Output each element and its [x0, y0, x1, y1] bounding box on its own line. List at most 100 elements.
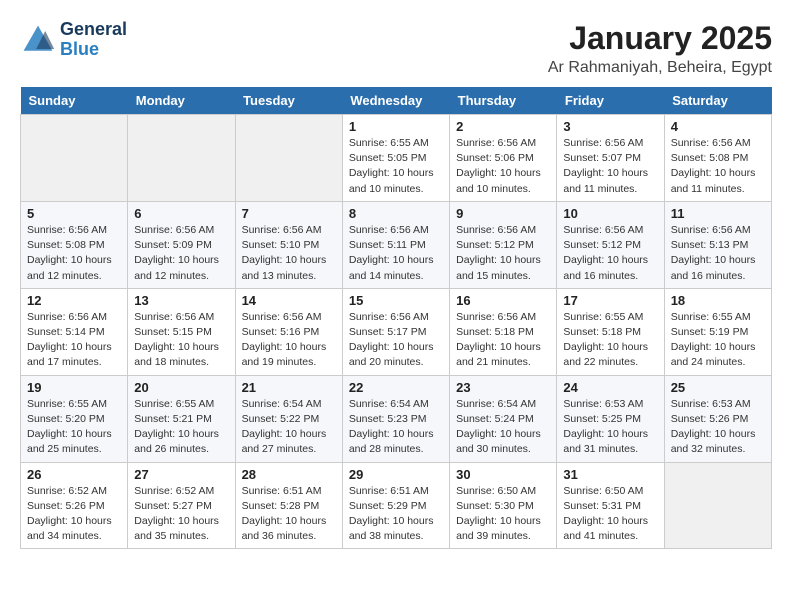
header-friday: Friday	[557, 87, 664, 115]
day-info: Sunrise: 6:53 AM Sunset: 5:25 PM Dayligh…	[563, 397, 657, 458]
calendar-cell: 8 Sunrise: 6:56 AM Sunset: 5:11 PM Daylig…	[342, 201, 449, 288]
day-info: Sunrise: 6:56 AM Sunset: 5:10 PM Dayligh…	[242, 223, 336, 284]
day-number: 30	[456, 467, 550, 482]
calendar-cell	[21, 115, 128, 202]
header-monday: Monday	[128, 87, 235, 115]
day-number: 5	[27, 206, 121, 221]
day-number: 8	[349, 206, 443, 221]
day-number: 13	[134, 293, 228, 308]
day-info: Sunrise: 6:53 AM Sunset: 5:26 PM Dayligh…	[671, 397, 765, 458]
day-number: 31	[563, 467, 657, 482]
day-number: 16	[456, 293, 550, 308]
month-title: January 2025	[548, 20, 772, 57]
calendar-cell: 11 Sunrise: 6:56 AM Sunset: 5:13 PM Dayli…	[664, 201, 771, 288]
day-number: 22	[349, 380, 443, 395]
day-number: 10	[563, 206, 657, 221]
calendar-cell: 31Sunrise: 6:50 AM Sunset: 5:31 PM Dayli…	[557, 462, 664, 549]
day-info: Sunrise: 6:56 AM Sunset: 5:12 PM Dayligh…	[456, 223, 550, 284]
day-number: 3	[563, 119, 657, 134]
day-number: 27	[134, 467, 228, 482]
day-info: Sunrise: 6:56 AM Sunset: 5:08 PM Dayligh…	[27, 223, 121, 284]
calendar-cell: 26 Sunrise: 6:52 AM Sunset: 5:26 PM Dayli…	[21, 462, 128, 549]
logo-text: General Blue	[60, 20, 127, 60]
header-sunday: Sunday	[21, 87, 128, 115]
calendar-cell: 10 Sunrise: 6:56 AM Sunset: 5:12 PM Dayli…	[557, 201, 664, 288]
calendar-cell: 6 Sunrise: 6:56 AM Sunset: 5:09 PM Daylig…	[128, 201, 235, 288]
day-info: Sunrise: 6:55 AM Sunset: 5:19 PM Dayligh…	[671, 310, 765, 371]
calendar-cell: 7 Sunrise: 6:56 AM Sunset: 5:10 PM Daylig…	[235, 201, 342, 288]
day-number: 28	[242, 467, 336, 482]
day-info: Sunrise: 6:56 AM Sunset: 5:06 PM Dayligh…	[456, 136, 550, 197]
day-number: 2	[456, 119, 550, 134]
calendar-cell: 1Sunrise: 6:55 AM Sunset: 5:05 PM Daylig…	[342, 115, 449, 202]
day-number: 11	[671, 206, 765, 221]
day-number: 15	[349, 293, 443, 308]
day-number: 9	[456, 206, 550, 221]
day-info: Sunrise: 6:51 AM Sunset: 5:28 PM Dayligh…	[242, 484, 336, 545]
calendar-cell: 24 Sunrise: 6:53 AM Sunset: 5:25 PM Dayli…	[557, 375, 664, 462]
day-info: Sunrise: 6:56 AM Sunset: 5:11 PM Dayligh…	[349, 223, 443, 284]
calendar-cell: 9 Sunrise: 6:56 AM Sunset: 5:12 PM Daylig…	[450, 201, 557, 288]
day-number: 26	[27, 467, 121, 482]
day-info: Sunrise: 6:52 AM Sunset: 5:26 PM Dayligh…	[27, 484, 121, 545]
day-number: 24	[563, 380, 657, 395]
calendar-cell: 15 Sunrise: 6:56 AM Sunset: 5:17 PM Dayli…	[342, 288, 449, 375]
day-info: Sunrise: 6:56 AM Sunset: 5:17 PM Dayligh…	[349, 310, 443, 371]
calendar-cell: 5 Sunrise: 6:56 AM Sunset: 5:08 PM Daylig…	[21, 201, 128, 288]
calendar-cell: 18 Sunrise: 6:55 AM Sunset: 5:19 PM Dayli…	[664, 288, 771, 375]
day-info: Sunrise: 6:56 AM Sunset: 5:09 PM Dayligh…	[134, 223, 228, 284]
day-info: Sunrise: 6:54 AM Sunset: 5:23 PM Dayligh…	[349, 397, 443, 458]
calendar-cell: 30Sunrise: 6:50 AM Sunset: 5:30 PM Dayli…	[450, 462, 557, 549]
day-number: 12	[27, 293, 121, 308]
day-info: Sunrise: 6:54 AM Sunset: 5:22 PM Dayligh…	[242, 397, 336, 458]
calendar-cell: 19 Sunrise: 6:55 AM Sunset: 5:20 PM Dayli…	[21, 375, 128, 462]
calendar-table: SundayMondayTuesdayWednesdayThursdayFrid…	[20, 87, 772, 549]
day-number: 6	[134, 206, 228, 221]
calendar-cell: 12 Sunrise: 6:56 AM Sunset: 5:14 PM Dayli…	[21, 288, 128, 375]
logo: General Blue	[20, 20, 127, 60]
calendar-cell: 16 Sunrise: 6:56 AM Sunset: 5:18 PM Dayli…	[450, 288, 557, 375]
calendar-cell: 17Sunrise: 6:55 AM Sunset: 5:18 PM Dayli…	[557, 288, 664, 375]
day-number: 29	[349, 467, 443, 482]
day-number: 21	[242, 380, 336, 395]
calendar-cell	[235, 115, 342, 202]
day-number: 14	[242, 293, 336, 308]
header-thursday: Thursday	[450, 87, 557, 115]
day-number: 19	[27, 380, 121, 395]
calendar-cell: 3 Sunrise: 6:56 AM Sunset: 5:07 PM Daylig…	[557, 115, 664, 202]
calendar-cell: 13 Sunrise: 6:56 AM Sunset: 5:15 PM Dayli…	[128, 288, 235, 375]
header-wednesday: Wednesday	[342, 87, 449, 115]
header-tuesday: Tuesday	[235, 87, 342, 115]
day-info: Sunrise: 6:56 AM Sunset: 5:15 PM Dayligh…	[134, 310, 228, 371]
header-saturday: Saturday	[664, 87, 771, 115]
calendar-cell	[128, 115, 235, 202]
day-info: Sunrise: 6:55 AM Sunset: 5:20 PM Dayligh…	[27, 397, 121, 458]
title-block: January 2025 Ar Rahmaniyah, Beheira, Egy…	[548, 20, 772, 77]
calendar-cell: 21 Sunrise: 6:54 AM Sunset: 5:22 PM Dayli…	[235, 375, 342, 462]
day-info: Sunrise: 6:56 AM Sunset: 5:14 PM Dayligh…	[27, 310, 121, 371]
location-title: Ar Rahmaniyah, Beheira, Egypt	[548, 59, 772, 77]
day-info: Sunrise: 6:51 AM Sunset: 5:29 PM Dayligh…	[349, 484, 443, 545]
day-number: 25	[671, 380, 765, 395]
day-info: Sunrise: 6:54 AM Sunset: 5:24 PM Dayligh…	[456, 397, 550, 458]
calendar-cell	[664, 462, 771, 549]
page-header: General Blue January 2025 Ar Rahmaniyah,…	[20, 20, 772, 77]
day-number: 18	[671, 293, 765, 308]
week-row-5: 26 Sunrise: 6:52 AM Sunset: 5:26 PM Dayli…	[21, 462, 772, 549]
day-info: Sunrise: 6:56 AM Sunset: 5:13 PM Dayligh…	[671, 223, 765, 284]
week-row-2: 5 Sunrise: 6:56 AM Sunset: 5:08 PM Daylig…	[21, 201, 772, 288]
day-info: Sunrise: 6:56 AM Sunset: 5:18 PM Dayligh…	[456, 310, 550, 371]
day-info: Sunrise: 6:52 AM Sunset: 5:27 PM Dayligh…	[134, 484, 228, 545]
day-number: 1	[349, 119, 443, 134]
day-info: Sunrise: 6:55 AM Sunset: 5:18 PM Dayligh…	[563, 310, 657, 371]
day-number: 23	[456, 380, 550, 395]
week-row-4: 19 Sunrise: 6:55 AM Sunset: 5:20 PM Dayli…	[21, 375, 772, 462]
day-info: Sunrise: 6:56 AM Sunset: 5:12 PM Dayligh…	[563, 223, 657, 284]
calendar-cell: 14Sunrise: 6:56 AM Sunset: 5:16 PM Dayli…	[235, 288, 342, 375]
day-info: Sunrise: 6:56 AM Sunset: 5:08 PM Dayligh…	[671, 136, 765, 197]
day-info: Sunrise: 6:56 AM Sunset: 5:07 PM Dayligh…	[563, 136, 657, 197]
day-number: 7	[242, 206, 336, 221]
calendar-cell: 27 Sunrise: 6:52 AM Sunset: 5:27 PM Dayli…	[128, 462, 235, 549]
day-number: 20	[134, 380, 228, 395]
calendar-cell: 4Sunrise: 6:56 AM Sunset: 5:08 PM Daylig…	[664, 115, 771, 202]
